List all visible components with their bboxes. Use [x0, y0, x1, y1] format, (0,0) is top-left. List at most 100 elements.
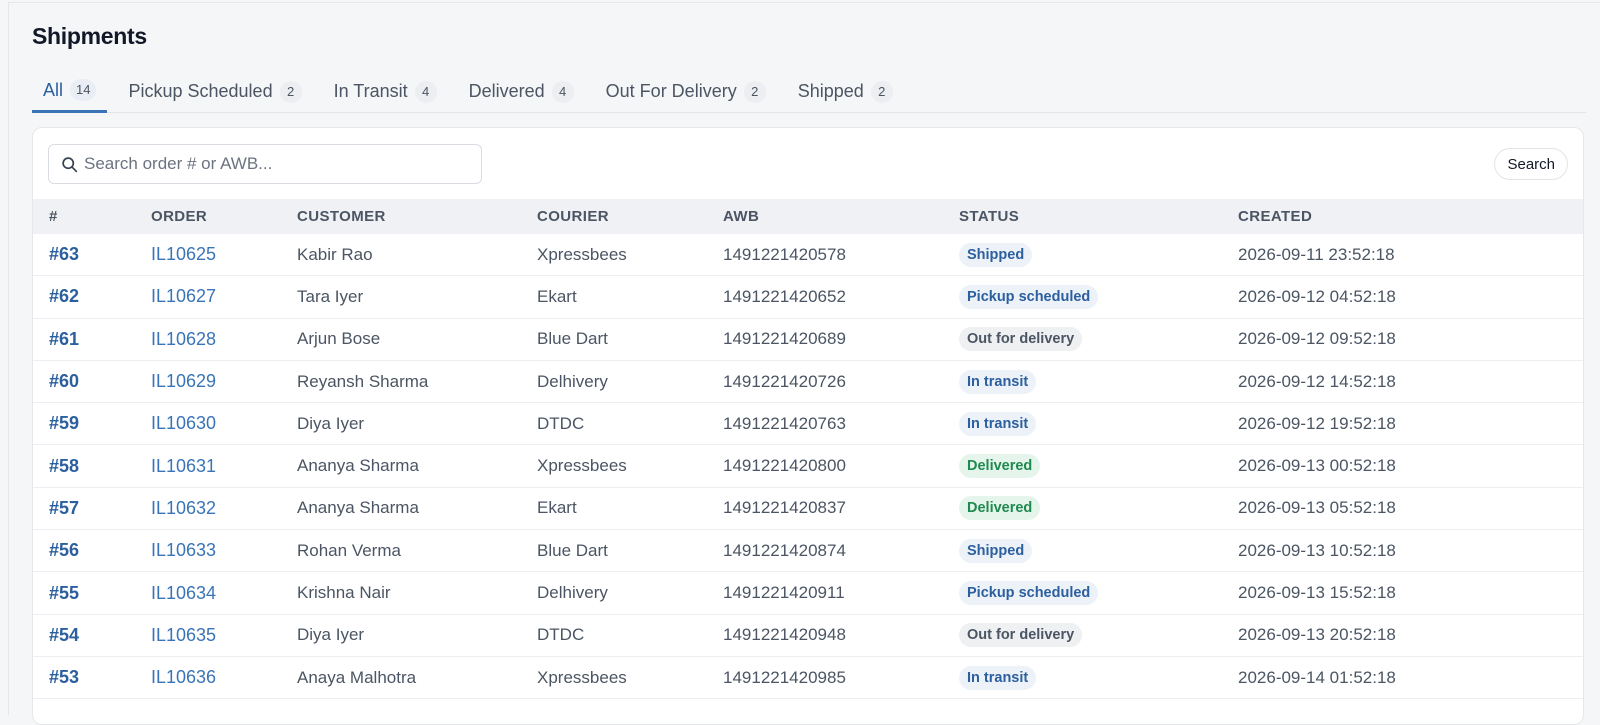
tab-count-badge: 4: [415, 81, 437, 103]
table-cell-created: 2026-09-11 23:52:18: [1238, 245, 1583, 265]
order-link[interactable]: IL10627: [151, 286, 216, 306]
tab-count-badge: 2: [280, 81, 302, 103]
table-cell-courier: Blue Dart: [537, 541, 723, 561]
column-header-awb[interactable]: AWB: [723, 208, 959, 225]
order-link[interactable]: IL10636: [151, 667, 216, 687]
created-timestamp: 2026-09-13 15:52:18: [1238, 583, 1396, 602]
tab-count-badge: 4: [552, 81, 574, 103]
awb-number: 1491221420874: [723, 541, 846, 560]
created-timestamp: 2026-09-13 10:52:18: [1238, 541, 1396, 560]
column-header-customer[interactable]: CUSTOMER: [297, 208, 537, 225]
awb-number: 1491221420763: [723, 414, 846, 433]
table-cell-awb: 1491221420985: [723, 668, 959, 688]
courier-name: Xpressbees: [537, 668, 627, 687]
shipment-id-link[interactable]: #60: [49, 371, 79, 391]
order-link[interactable]: IL10632: [151, 498, 216, 518]
table-row[interactable]: #59IL10630Diya IyerDTDC1491221420763In t…: [33, 403, 1583, 445]
search-box[interactable]: [48, 144, 482, 184]
table-row[interactable]: #54IL10635Diya IyerDTDC1491221420948Out …: [33, 615, 1583, 657]
table-cell-awb: 1491221420800: [723, 456, 959, 476]
table-cell-id: #60: [33, 371, 151, 392]
table-cell-courier: Blue Dart: [537, 329, 723, 349]
customer-name: Anaya Malhotra: [297, 668, 416, 687]
table-cell-customer: Diya Iyer: [297, 414, 537, 434]
status-badge: In transit: [959, 666, 1036, 690]
table-row[interactable]: #63IL10625Kabir RaoXpressbees14912214205…: [33, 234, 1583, 276]
column-header-status[interactable]: STATUS: [959, 208, 1238, 225]
column-header-courier[interactable]: COURIER: [537, 208, 723, 225]
order-link[interactable]: IL10635: [151, 625, 216, 645]
awb-number: 1491221420948: [723, 625, 846, 644]
shipment-id-link[interactable]: #53: [49, 667, 79, 687]
order-link[interactable]: IL10633: [151, 540, 216, 560]
search-input[interactable]: [84, 154, 464, 174]
table-cell-status: Out for delivery: [959, 327, 1238, 351]
tab-shipped[interactable]: Shipped2: [787, 73, 904, 110]
table-cell-order: IL10625: [151, 244, 297, 265]
customer-name: Reyansh Sharma: [297, 372, 428, 391]
shipment-id-link[interactable]: #55: [49, 583, 79, 603]
table-cell-courier: Xpressbees: [537, 245, 723, 265]
tab-all[interactable]: All14: [32, 73, 107, 113]
table-row[interactable]: #62IL10627Tara IyerEkart1491221420652Pic…: [33, 276, 1583, 318]
customer-name: Arjun Bose: [297, 329, 380, 348]
table-cell-status: Out for delivery: [959, 623, 1238, 647]
shipments-card: Search # ORDER CUSTOMER COURIER AWB STAT…: [32, 127, 1584, 725]
shipment-id-link[interactable]: #56: [49, 540, 79, 560]
column-header-order[interactable]: ORDER: [151, 208, 297, 225]
table-row[interactable]: #60IL10629Reyansh SharmaDelhivery1491221…: [33, 361, 1583, 403]
tab-label: Pickup Scheduled: [128, 81, 272, 102]
created-timestamp: 2026-09-11 23:52:18: [1238, 245, 1395, 264]
order-link[interactable]: IL10625: [151, 244, 216, 264]
table-row[interactable]: #58IL10631Ananya SharmaXpressbees1491221…: [33, 445, 1583, 487]
table-row[interactable]: #55IL10634Krishna NairDelhivery149122142…: [33, 572, 1583, 614]
table-cell-customer: Arjun Bose: [297, 329, 537, 349]
table-row[interactable]: #57IL10632Ananya SharmaEkart149122142083…: [33, 488, 1583, 530]
column-header-created[interactable]: CREATED: [1238, 208, 1583, 225]
shipment-id-link[interactable]: #59: [49, 413, 79, 433]
tab-in-transit[interactable]: In Transit4: [323, 73, 448, 110]
table-body: #63IL10625Kabir RaoXpressbees14912214205…: [33, 234, 1583, 699]
table-cell-customer: Ananya Sharma: [297, 498, 537, 518]
customer-name: Ananya Sharma: [297, 498, 419, 517]
tab-pickup-scheduled[interactable]: Pickup Scheduled 2: [117, 73, 312, 110]
shipment-id-link[interactable]: #61: [49, 329, 79, 349]
status-badge: Delivered: [959, 454, 1040, 478]
order-link[interactable]: IL10630: [151, 413, 216, 433]
search-button[interactable]: Search: [1494, 148, 1568, 180]
shipment-id-link[interactable]: #62: [49, 286, 79, 306]
table-cell-created: 2026-09-14 01:52:18: [1238, 668, 1583, 688]
order-link[interactable]: IL10634: [151, 583, 216, 603]
courier-name: Ekart: [537, 498, 577, 517]
tab-label: All: [43, 80, 63, 101]
tab-label: Out For Delivery: [606, 81, 737, 102]
customer-name: Diya Iyer: [297, 414, 364, 433]
awb-number: 1491221420800: [723, 456, 846, 475]
tab-count-badge: 2: [871, 81, 893, 103]
table-cell-status: Delivered: [959, 496, 1238, 520]
created-timestamp: 2026-09-12 19:52:18: [1238, 414, 1396, 433]
shipment-id-link[interactable]: #58: [49, 456, 79, 476]
table-cell-order: IL10627: [151, 286, 297, 307]
order-link[interactable]: IL10631: [151, 456, 216, 476]
order-link[interactable]: IL10629: [151, 371, 216, 391]
tab-delivered[interactable]: Delivered4: [458, 73, 585, 110]
awb-number: 1491221420985: [723, 668, 846, 687]
table-row[interactable]: #56 IL10633 Rohan VermaBlue Dart1491221420…: [33, 530, 1583, 572]
table-row[interactable]: #61IL10628Arjun BoseBlue Dart14912214206…: [33, 319, 1583, 361]
table-cell-customer: Reyansh Sharma: [297, 372, 537, 392]
table-row[interactable]: #53 IL10636 Anaya Malhotra Xpressbees 149122…: [33, 657, 1583, 699]
courier-name: DTDC: [537, 414, 584, 433]
status-badge: Out for delivery: [959, 623, 1082, 647]
order-link[interactable]: IL10628: [151, 329, 216, 349]
tab-out-for-delivery[interactable]: Out For Delivery2: [595, 73, 777, 110]
table-cell-courier: Delhivery: [537, 372, 723, 392]
table-cell-order: IL10630: [151, 413, 297, 434]
shipment-id-link[interactable]: #63: [49, 244, 79, 264]
column-header-id[interactable]: #: [33, 208, 151, 225]
created-timestamp: 2026-09-13 05:52:18: [1238, 498, 1396, 517]
courier-name: Xpressbees: [537, 456, 627, 475]
shipment-id-link[interactable]: #57: [49, 498, 79, 518]
table-cell-customer: Rohan Verma: [297, 541, 537, 561]
shipment-id-link[interactable]: #54: [49, 625, 79, 645]
